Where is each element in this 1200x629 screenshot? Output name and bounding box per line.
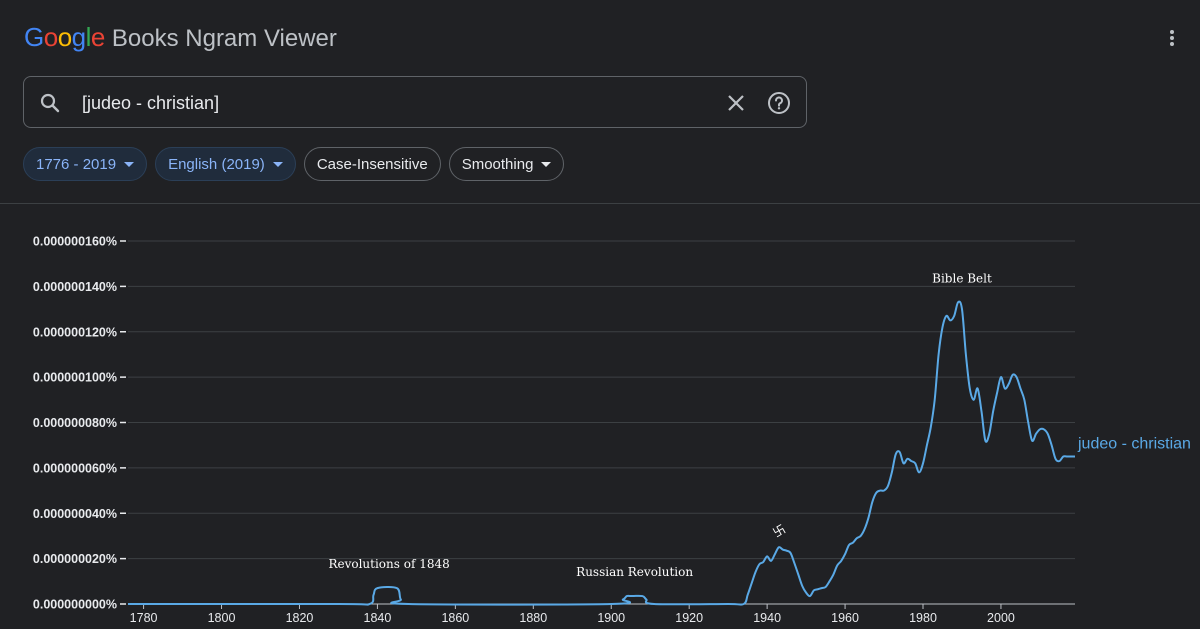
y-tick-label: 0.000000000% xyxy=(33,598,117,612)
y-tick-label: 0.000000100% xyxy=(33,371,117,385)
smoothing-dropdown[interactable]: Smoothing xyxy=(448,147,565,181)
logo-letter: o xyxy=(43,22,58,52)
caret-down-icon xyxy=(541,161,552,167)
annotation-label: Revolutions of 1848 xyxy=(328,557,449,571)
y-tick-label: 0.000000080% xyxy=(33,416,117,430)
x-tick-label: 1800 xyxy=(208,611,236,625)
logo-letter: G xyxy=(24,22,44,52)
filter-chips: 1776 - 2019 English (2019) Case-Insensit… xyxy=(23,147,565,181)
y-tick-label: 0.000000020% xyxy=(33,552,117,566)
y-tick-label: 0.000000060% xyxy=(33,461,117,475)
year-range-dropdown[interactable]: 1776 - 2019 xyxy=(23,147,148,181)
year-range-label: 1776 - 2019 xyxy=(36,155,117,173)
y-tick-label: 0.000000120% xyxy=(33,325,117,339)
help-icon[interactable] xyxy=(767,91,791,115)
google-books-logo[interactable]: Google Books Ngram Viewer xyxy=(24,22,337,53)
y-tick-label: 0.000000160% xyxy=(33,235,117,249)
corpus-dropdown[interactable]: English (2019) xyxy=(155,147,296,181)
search-box xyxy=(23,76,807,129)
corpus-label: English (2019) xyxy=(168,155,265,173)
annotation-label: Bible Belt xyxy=(932,271,992,285)
search-input[interactable] xyxy=(80,77,704,129)
caret-down-icon xyxy=(272,161,283,167)
kebab-menu-icon[interactable] xyxy=(1160,28,1184,52)
series-line xyxy=(128,300,1075,606)
x-tick-label: 1920 xyxy=(675,611,703,625)
case-insensitive-toggle[interactable]: Case-Insensitive xyxy=(303,147,441,181)
x-tick-label: 1840 xyxy=(364,611,392,625)
x-tick-label: 2000 xyxy=(987,611,1015,625)
x-tick-label: 1980 xyxy=(909,611,937,625)
case-label: Case-Insensitive xyxy=(316,155,428,173)
x-tick-label: 1780 xyxy=(130,611,158,625)
x-tick-label: 1860 xyxy=(441,611,469,625)
clear-icon[interactable] xyxy=(724,91,748,115)
annotation-symbol: 卐 xyxy=(771,522,788,540)
y-tick-label: 0.000000140% xyxy=(33,280,117,294)
x-tick-label: 1900 xyxy=(597,611,625,625)
search-icon[interactable] xyxy=(38,91,62,115)
logo-letter: g xyxy=(71,22,86,52)
x-tick-label: 1960 xyxy=(831,611,859,625)
series-label: judeo - christian xyxy=(1077,436,1191,453)
x-tick-label: 1940 xyxy=(753,611,781,625)
product-name: Books Ngram Viewer xyxy=(111,25,337,52)
annotation-label: Russian Revolution xyxy=(576,565,693,579)
top-bar: Google Books Ngram Viewer xyxy=(0,0,1200,76)
y-tick-label: 0.000000040% xyxy=(33,507,117,521)
logo-letter: e xyxy=(90,22,105,52)
smoothing-label: Smoothing xyxy=(461,155,534,173)
x-tick-label: 1820 xyxy=(286,611,314,625)
logo-letter: o xyxy=(57,22,72,52)
caret-down-icon xyxy=(124,161,135,167)
x-tick-label: 1880 xyxy=(519,611,547,625)
ngram-chart: 0.000000000% 0.000000020% 0.000000040% 0.00… xyxy=(33,235,1191,626)
